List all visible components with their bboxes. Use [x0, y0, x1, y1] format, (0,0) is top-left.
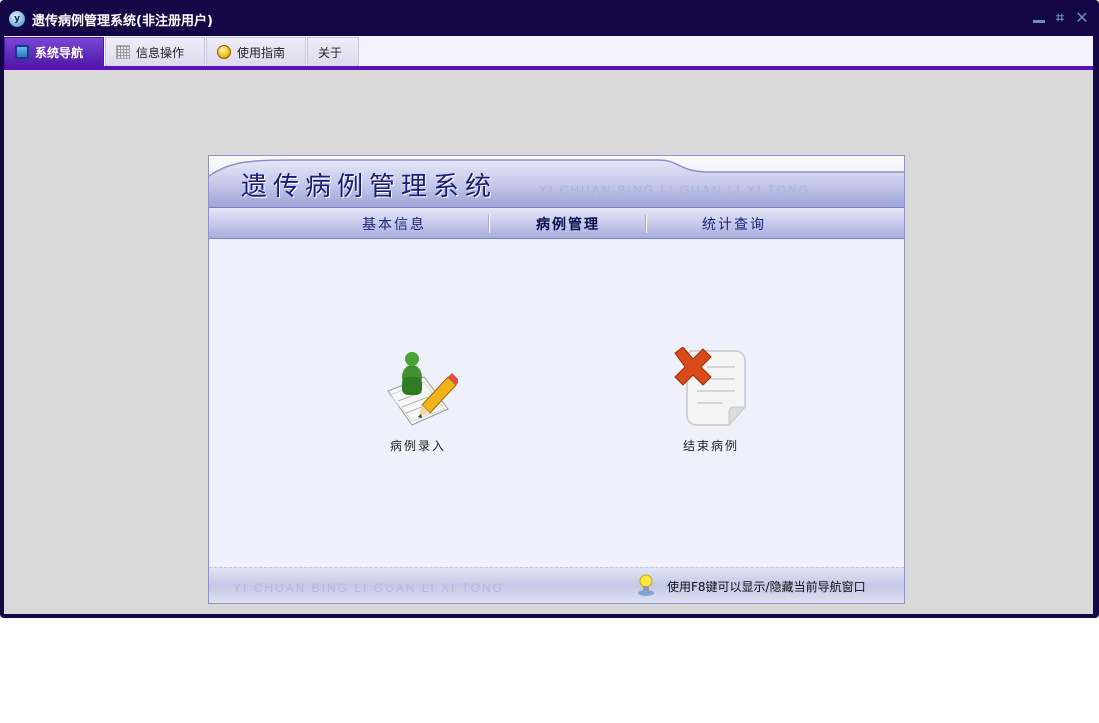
menu-tab-bar: 系统导航 信息操作 使用指南 关于	[4, 36, 1093, 66]
tab-label: 使用指南	[237, 45, 286, 60]
title-bar[interactable]: y 遗传病例管理系统(非注册用户) ⌗ ✕	[0, 0, 1099, 36]
tab-system-navigation[interactable]: 系统导航	[4, 37, 104, 66]
panel-footer: YI CHUAN BING LI GUAN LI XI TONG 使用F8键可以…	[209, 567, 904, 603]
close-icon[interactable]: ✕	[1074, 10, 1090, 26]
app-logo-icon: y	[9, 11, 25, 27]
case-entry-button[interactable]: 病例录入	[358, 347, 478, 454]
help-icon	[217, 45, 231, 59]
footer-tip: 使用F8键可以显示/隐藏当前导航窗口	[667, 580, 866, 594]
nav-case-management[interactable]: 病例管理	[536, 214, 600, 234]
end-case-button[interactable]: 结束病例	[651, 346, 771, 454]
lightbulb-icon	[638, 574, 654, 596]
window-title: 遗传病例管理系统(非注册用户)	[32, 14, 213, 29]
monitor-icon	[15, 45, 29, 59]
panel-nav-bar: 基本信息 病例管理 统计查询	[209, 207, 904, 239]
minimize-icon[interactable]	[1031, 10, 1047, 26]
tab-label: 信息操作	[136, 45, 185, 60]
tab-label: 关于	[318, 45, 343, 60]
app-window: y 遗传病例管理系统(非注册用户) ⌗ ✕ 系统导航 信息操作 使用指南 关于	[0, 0, 1099, 618]
nav-statistics-query[interactable]: 统计查询	[702, 214, 766, 234]
nav-separator	[488, 215, 490, 233]
tab-user-guide[interactable]: 使用指南	[206, 37, 306, 66]
grid-icon	[116, 45, 130, 59]
panel-pinyin: YI CHUAN BING LI GUAN LI XI TONG	[539, 183, 810, 197]
case-entry-icon	[378, 347, 460, 431]
footer-pinyin: YI CHUAN BING LI GUAN LI XI TONG	[233, 581, 504, 595]
nav-separator	[645, 215, 647, 233]
tab-info-operations[interactable]: 信息操作	[105, 37, 205, 66]
nav-basic-info[interactable]: 基本信息	[362, 214, 426, 234]
end-case-icon	[671, 346, 751, 431]
panel-title: 遗传病例管理系统	[241, 172, 498, 202]
navigation-panel: 遗传病例管理系统 YI CHUAN BING LI GUAN LI XI TON…	[208, 155, 905, 604]
restore-icon[interactable]: ⌗	[1052, 10, 1068, 26]
case-entry-label: 病例录入	[389, 439, 446, 453]
panel-banner: 遗传病例管理系统 YI CHUAN BING LI GUAN LI XI TON…	[209, 156, 904, 207]
end-case-label: 结束病例	[682, 439, 739, 453]
tab-label: 系统导航	[35, 45, 84, 60]
tab-about[interactable]: 关于	[307, 37, 359, 66]
